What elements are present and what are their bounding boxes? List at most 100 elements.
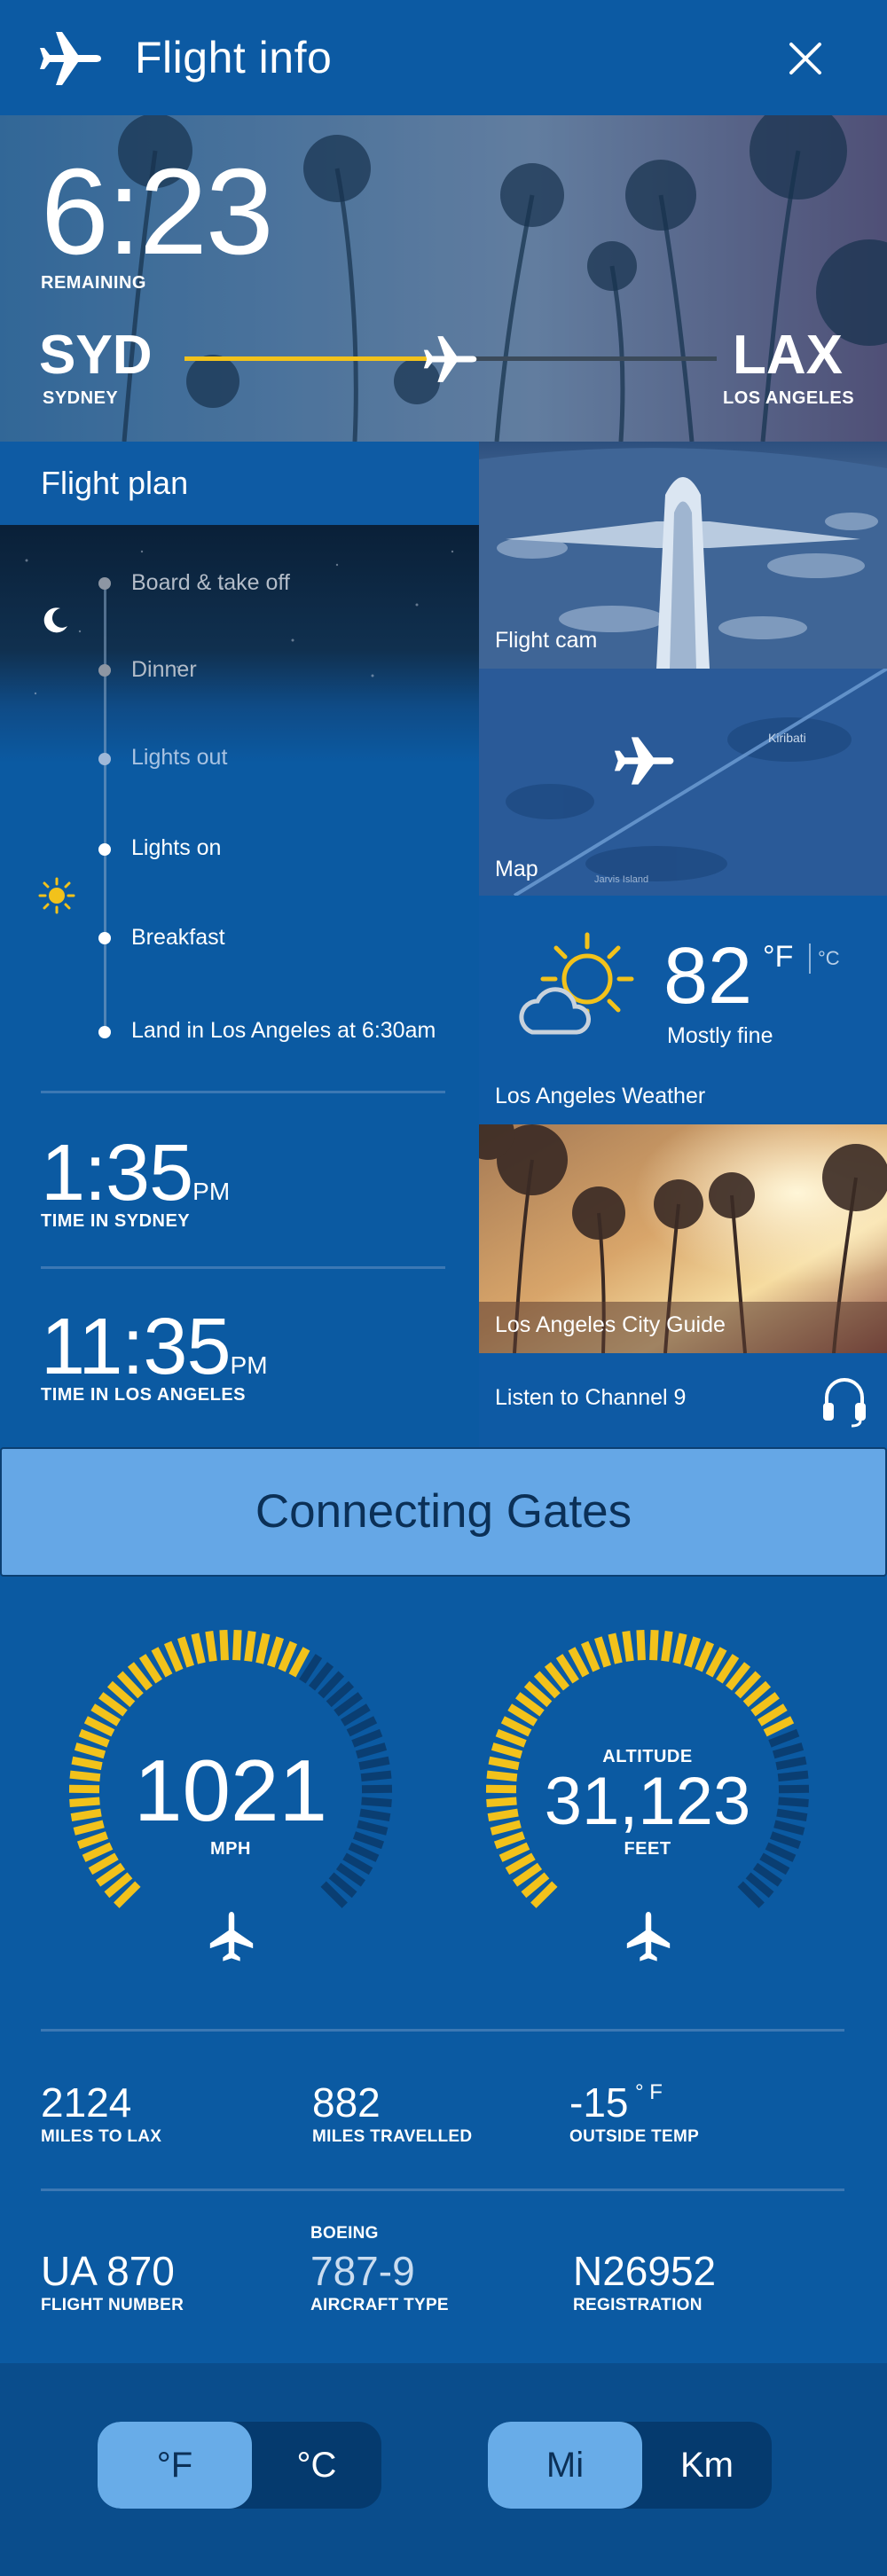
toggle-kilometers[interactable]: Km <box>642 2422 772 2509</box>
gauge-tick <box>244 1631 256 1662</box>
gauge-tick <box>487 1808 519 1821</box>
remaining-label: REMAINING <box>41 273 146 293</box>
gauge-tick <box>622 1631 634 1662</box>
gauge-tick <box>346 1716 378 1737</box>
gauge-tick <box>361 1797 392 1807</box>
weather-unit-c[interactable]: °C <box>818 947 840 970</box>
gauge-tick <box>777 1770 809 1782</box>
timeline-dot <box>98 577 111 590</box>
map-tile[interactable]: Kiribati Jarvis Island Map <box>479 669 887 896</box>
la-time-value: 11:35 <box>41 1303 232 1391</box>
gauge-tick <box>649 1629 659 1661</box>
connecting-gates-button[interactable]: Connecting Gates <box>0 1447 887 1577</box>
gauge-tick <box>778 1797 809 1807</box>
gauge-tick <box>191 1633 206 1664</box>
flight-number-value: UA 870 <box>41 2248 175 2294</box>
gauge-tick <box>763 1716 795 1737</box>
gauge-tick <box>232 1629 242 1661</box>
gauge-tick <box>219 1629 229 1661</box>
gauge-tick <box>495 1728 527 1748</box>
flight-info-page: Flight info 6:23 REMAINING SYD SYDNEY LA… <box>0 0 887 2576</box>
weather-label: Los Angeles Weather <box>495 1084 706 1108</box>
close-icon[interactable] <box>788 41 823 76</box>
flight-cam-label: Flight cam <box>495 628 598 653</box>
timeline-item-board: Board & take off <box>131 570 290 595</box>
gauge-tick <box>357 1820 389 1836</box>
night-stars <box>25 550 454 695</box>
gauge-tick <box>661 1631 673 1662</box>
gauge-tick <box>498 1842 530 1862</box>
timeline-dot <box>98 1026 111 1038</box>
gauge-tick <box>500 1716 532 1737</box>
registration-value: N26952 <box>573 2248 717 2294</box>
route-progress-fill <box>184 356 451 361</box>
toggle-miles[interactable]: Mi <box>488 2422 642 2509</box>
weather-unit-f[interactable]: °F <box>763 940 793 975</box>
channel-tile[interactable]: Listen to Channel 9 <box>479 1353 887 1447</box>
origin-name: SYDNEY <box>43 388 119 408</box>
gauge-tick <box>580 1640 600 1672</box>
gauge-tick <box>78 1728 110 1748</box>
airplane-icon <box>40 32 101 85</box>
map-image <box>479 669 887 896</box>
divider <box>41 2029 844 2032</box>
miles-travelled-label: MILES TRAVELLED <box>312 2127 473 2146</box>
gauge-tick <box>593 1636 611 1668</box>
header-bar: Flight info <box>0 0 887 115</box>
flight-plan-timeline <box>0 525 479 1092</box>
destination-code: LAX <box>733 325 843 386</box>
gauge-tick <box>82 1842 114 1862</box>
gauge-tick <box>488 1756 520 1771</box>
distance-unit-toggle: Mi Km <box>488 2422 772 2509</box>
timeline-item-lights-out: Lights out <box>131 745 228 770</box>
speed-plane-icon <box>209 1912 254 1961</box>
sydney-time: 1:35PM <box>41 1133 230 1213</box>
timeline-item-breakfast: Breakfast <box>131 925 225 950</box>
time-remaining: 6:23 <box>41 144 274 280</box>
flight-plan-title: Flight plan <box>41 465 189 501</box>
gauge-tick <box>491 1742 523 1759</box>
altitude-value: 31,123 <box>544 1764 751 1839</box>
gauge-tick <box>772 1742 805 1759</box>
miles-to-lax-label: MILES TO LAX <box>41 2127 162 2146</box>
divider <box>41 1091 445 1093</box>
toggle-fahrenheit[interactable]: °F <box>98 2422 252 2509</box>
gauge-tick <box>348 1842 380 1862</box>
temperature-unit-toggle: °F °C <box>98 2422 381 2509</box>
timeline-dot <box>98 932 111 944</box>
gauge-tick <box>768 1728 800 1748</box>
gauge-tick <box>360 1770 392 1782</box>
sydney-time-label: TIME IN SYDNEY <box>41 1211 191 1231</box>
timeline-item-dinner: Dinner <box>131 657 197 682</box>
timeline-dot <box>98 843 111 856</box>
gauge-tick <box>69 1797 100 1807</box>
gauge-tick <box>672 1633 687 1664</box>
timeline-dot <box>98 753 111 765</box>
gauge-tick <box>163 1640 184 1672</box>
map-place-jarvis: Jarvis Island <box>594 874 649 885</box>
gauge-tick <box>765 1842 797 1862</box>
origin-code: SYD <box>39 325 153 386</box>
sydney-pm: PM <box>192 1178 231 1205</box>
weather-tile[interactable]: 82 °F °C Mostly fine Los Angeles Weather <box>479 896 887 1124</box>
map-place-kiribati: Kiribati <box>768 731 806 745</box>
flight-cam-tile[interactable]: Flight cam <box>479 442 887 669</box>
gauge-tick <box>76 1831 109 1850</box>
gauge-tick <box>359 1808 391 1821</box>
gauge-tick <box>205 1631 217 1662</box>
timeline-item-lights-on: Lights on <box>131 835 222 860</box>
partly-cloudy-icon <box>519 932 634 1035</box>
gauge-tick <box>608 1633 623 1664</box>
flight-plan-header: Flight plan <box>0 442 479 525</box>
timeline-item-land: Land in Los Angeles at 6:30am <box>131 1018 436 1043</box>
gauge-tick <box>69 1770 101 1782</box>
toggle-celsius[interactable]: °C <box>252 2422 381 2509</box>
flight-number-label: FLIGHT NUMBER <box>41 2296 184 2314</box>
gauge-tick <box>636 1629 646 1661</box>
gauge-tick <box>493 1831 526 1850</box>
gauge-tick <box>695 1640 715 1672</box>
speed-value: 1021 <box>133 1742 327 1839</box>
city-guide-tile[interactable]: Los Angeles City Guide <box>479 1124 887 1353</box>
gauge-tick <box>486 1797 517 1807</box>
aircraft-make: BOEING <box>310 2224 379 2243</box>
